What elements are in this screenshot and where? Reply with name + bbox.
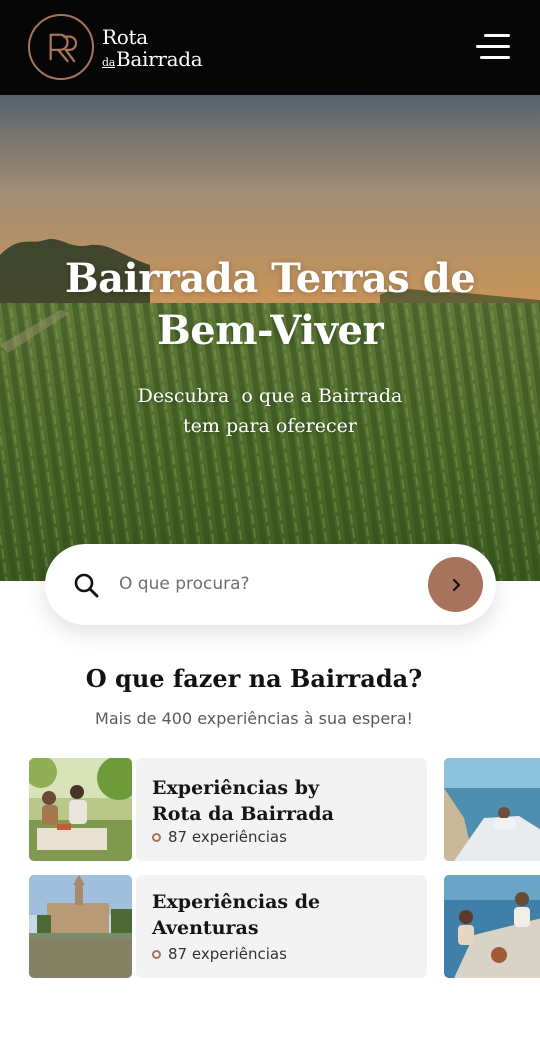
hero-subtitle-line2: tem para oferecer — [183, 415, 357, 437]
hero-subtitle-line1: Descubra o que a Bairrada — [137, 385, 403, 407]
card-title-aventuras-line1: Experiências de — [152, 891, 321, 913]
card-title-rota: Experiências by Rota da Bairrada — [152, 775, 334, 827]
search-bar — [45, 544, 496, 625]
logo-monogram-icon[interactable] — [28, 14, 94, 80]
chevron-right-icon — [452, 578, 460, 591]
hero-banner: Bairrada Terras de Bem-Viver Descubra o … — [0, 95, 540, 581]
hero-title: Bairrada Terras de Bem-Viver — [0, 253, 540, 357]
location-dot-icon — [152, 832, 161, 842]
logo-da: da — [102, 56, 115, 69]
beach-relax-photo[interactable] — [444, 758, 540, 861]
picnic-photo[interactable] — [29, 758, 132, 861]
palace-photo[interactable] — [29, 875, 132, 978]
search-input[interactable] — [119, 566, 409, 602]
logo-wordmark[interactable]: Rota da Bairrada — [102, 25, 203, 74]
card-title-aventuras-line2: Aventuras — [152, 917, 259, 939]
card-count-aventuras: 87 experiências — [152, 945, 287, 963]
card-count-aventuras-text: 87 experiências — [168, 945, 287, 963]
boat-friends-photo[interactable] — [444, 875, 540, 978]
hero-subtitle: Descubra o que a Bairrada tem para ofere… — [0, 381, 540, 441]
site-header: Rota da Bairrada — [0, 0, 540, 95]
logo-line2: da Bairrada — [102, 47, 203, 74]
hamburger-menu-icon[interactable] — [472, 30, 512, 64]
logo-bairrada: Bairrada — [116, 47, 203, 71]
search-submit-button[interactable] — [428, 557, 483, 612]
hero-title-line2: Bem-Viver — [156, 307, 384, 354]
location-dot-icon — [152, 949, 161, 959]
section-subtitle: Mais de 400 experiências à sua espera! — [95, 709, 413, 728]
card-title-rota-line1: Experiências by — [152, 777, 320, 799]
card-title-aventuras: Experiências de Aventuras — [152, 889, 320, 941]
section-title: O que fazer na Bairrada? — [85, 664, 423, 693]
logo-line1: Rota — [102, 25, 148, 49]
search-icon — [74, 573, 99, 598]
card-count-rota: 87 experiências — [152, 828, 287, 846]
card-count-rota-text: 87 experiências — [168, 828, 287, 846]
hero-title-line1: Bairrada Terras de — [64, 255, 476, 302]
card-title-rota-line2: Rota da Bairrada — [152, 803, 334, 825]
